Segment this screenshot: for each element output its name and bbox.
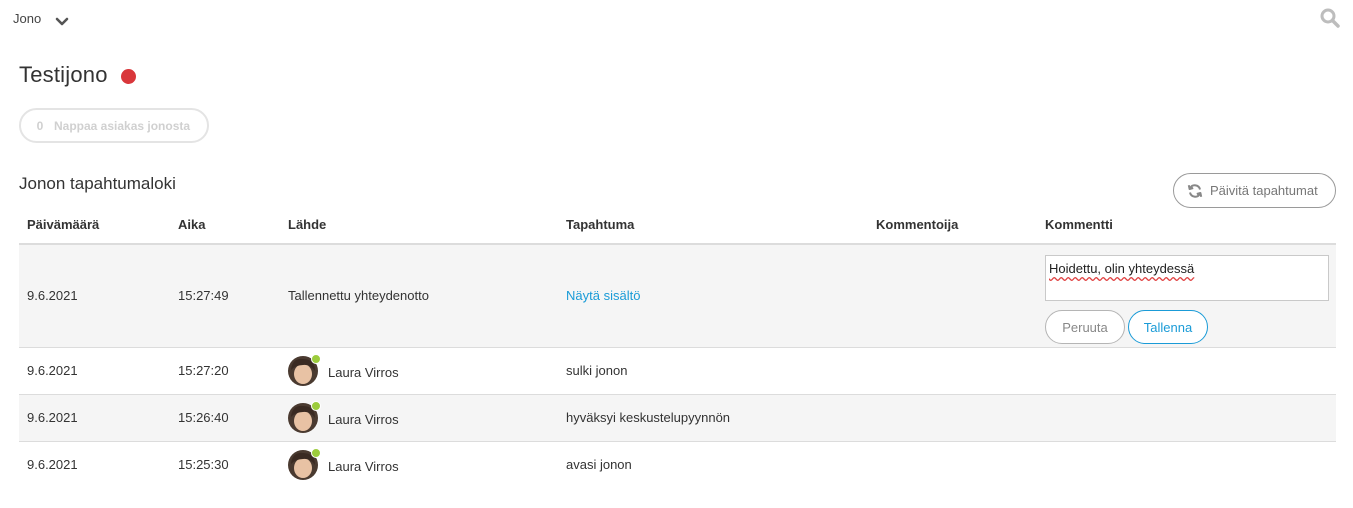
agent-name: Laura Virros [328,459,399,475]
avatar [288,353,321,386]
table-row: 9.6.2021 15:27:20 Laura Virros sulki jon… [19,347,1336,395]
agent-source: Laura Virros [288,400,558,433]
column-header-time[interactable]: Aika [170,206,280,245]
row-commenter [868,441,1037,488]
column-header-commenter[interactable]: Kommentoija [868,206,1037,245]
chevron-down-icon [55,14,69,25]
cancel-comment-button[interactable]: Peruuta [1045,310,1125,345]
row-date: 9.6.2021 [19,394,170,442]
grab-customer-label: Nappaa asiakas jonosta [54,118,191,133]
refresh-icon [1187,183,1203,198]
row-date: 9.6.2021 [27,457,78,473]
table-row: 9.6.2021 15:26:40 Laura Virros hyväksyi … [19,394,1336,442]
row-commenter [868,244,1037,348]
agent-name: Laura Virros [328,412,399,427]
queue-status-indicator [120,68,136,84]
table-row: 9.6.2021 15:25:30 Laura Virros avasi jon… [19,441,1336,488]
row-date: 9.6.2021 [19,244,170,348]
row-comment[interactable] [1037,347,1336,395]
queue-selector[interactable]: Jono [13,11,69,26]
page-title: Testijono [19,62,108,87]
waiting-count: 0 [36,118,44,133]
table-row: 9.6.2021 15:27:49 Tallennettu yhteydenot… [19,244,1336,348]
avatar [288,447,321,480]
event-log-table: Päivämäärä Aika Lähde Tapahtuma Kommento… [19,206,1336,488]
presence-indicator [311,400,321,411]
top-bar: Jono [0,0,1353,40]
presence-indicator [311,447,321,458]
column-header-source[interactable]: Lähde [280,206,558,245]
row-comment[interactable] [1037,441,1336,488]
avatar [288,400,321,433]
queue-header: Testijono [19,62,136,88]
table-header-row: Päivämäärä Aika Lähde Tapahtuma Kommento… [19,206,1336,245]
grab-customer-button[interactable]: 0 Nappaa asiakas jonosta [19,108,209,143]
presence-indicator [311,353,321,364]
row-event: hyväksyi keskustelupyynnön [558,394,868,442]
show-content-link[interactable]: Näytä sisältö [566,288,640,303]
agent-source: Laura Virros [288,447,558,480]
row-time: 15:27:49 [170,244,280,348]
row-event: avasi jonon [566,457,632,473]
row-event: sulki jonon [558,347,868,395]
column-header-event[interactable]: Tapahtuma [558,206,868,245]
column-header-comment[interactable]: Kommentti [1037,206,1336,245]
row-commenter [868,394,1037,442]
row-date: 9.6.2021 [19,347,170,395]
row-source: Tallennettu yhteydenotto [280,244,558,348]
column-header-date[interactable]: Päivämäärä [19,206,170,245]
refresh-events-button[interactable]: Päivitä tapahtumat [1173,173,1336,208]
event-log-title: Jonon tapahtumaloki [19,174,176,193]
comment-input[interactable] [1045,255,1329,302]
save-comment-button[interactable]: Tallenna [1128,310,1208,345]
row-time: 15:26:40 [170,394,280,442]
row-time: 15:27:20 [170,347,280,395]
comment-editor: Peruuta Tallenna [1037,244,1336,348]
queue-selector-label: Jono [13,11,42,26]
search-icon[interactable] [1319,7,1341,29]
refresh-events-label: Päivitä tapahtumat [1210,183,1318,198]
row-comment[interactable] [1037,394,1336,442]
agent-name: Laura Virros [328,365,399,380]
agent-source: Laura Virros [288,353,558,386]
row-time: 15:25:30 [178,457,229,473]
row-commenter [868,347,1037,395]
